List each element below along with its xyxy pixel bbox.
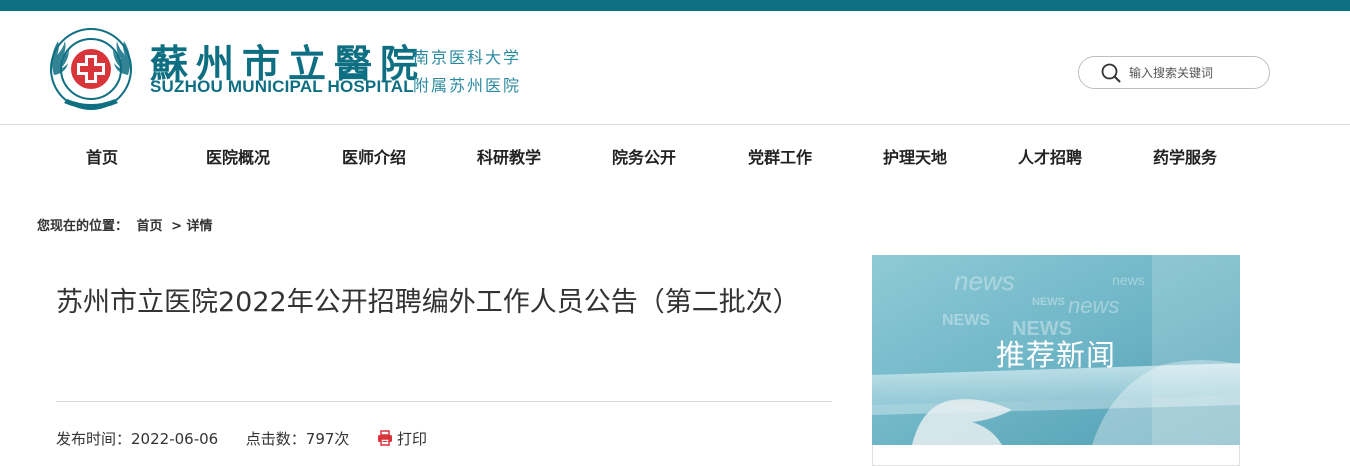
publish-date-label: 发布时间： xyxy=(56,430,132,448)
recommended-news-list xyxy=(872,445,1240,466)
site-header: 蘇州市立醫院 SUZHOU MUNICIPAL HOSPITAL 南京医科大学 … xyxy=(0,11,1350,125)
view-count: 797次 xyxy=(305,430,350,448)
university-affiliation: 南京医科大学 附属苏州医院 xyxy=(413,44,521,100)
nav-item-hospital-affairs[interactable]: 院务公开 xyxy=(576,144,712,168)
svg-text:NEWS: NEWS xyxy=(1032,296,1065,308)
view-count-label: 点击数： xyxy=(245,430,306,448)
affiliation-line-2: 附属苏州医院 xyxy=(413,76,522,95)
svg-text:news: news xyxy=(1068,293,1119,318)
search-icon[interactable] xyxy=(1101,63,1121,83)
article-title: 苏州市立医院2022年公开招聘编外工作人员公告（第二批次） xyxy=(56,287,800,318)
breadcrumb-current: > 详情 xyxy=(171,219,213,234)
svg-text:NEWS: NEWS xyxy=(942,312,990,329)
top-accent-bar xyxy=(0,0,1350,11)
main-navigation: 首页 医院概况 医师介绍 科研教学 院务公开 党群工作 护理天地 人才招聘 药学… xyxy=(34,125,1244,183)
article-meta: 发布时间：2022-06-06 点击数：797次 打印 xyxy=(56,428,427,449)
nav-item-pharmacy[interactable]: 药学服务 xyxy=(1117,144,1253,168)
nav-item-hospital-overview[interactable]: 医院概况 xyxy=(170,144,306,168)
recommended-news-title: 推荐新闻 xyxy=(995,338,1116,372)
breadcrumb: 您现在的位置： 首页 > 详情 xyxy=(37,215,217,234)
recommended-news-banner[interactable]: news news NEWS NEWS news NEWS 推荐新闻 xyxy=(872,255,1240,445)
nav-item-research-teaching[interactable]: 科研教学 xyxy=(441,144,577,168)
search-input[interactable] xyxy=(1129,63,1259,83)
nav-item-nursing[interactable]: 护理天地 xyxy=(847,144,983,168)
title-divider xyxy=(56,401,832,402)
hospital-emblem-logo[interactable] xyxy=(44,25,138,113)
publish-date: 2022-06-06 xyxy=(131,430,219,448)
print-label[interactable]: 打印 xyxy=(397,430,427,448)
breadcrumb-prefix: 您现在的位置： xyxy=(37,219,129,234)
nav-item-physicians[interactable]: 医师介绍 xyxy=(306,144,442,168)
svg-text:news: news xyxy=(1112,272,1145,288)
nav-item-party-work[interactable]: 党群工作 xyxy=(712,144,848,168)
svg-text:news: news xyxy=(954,266,1015,296)
nav-item-recruitment[interactable]: 人才招聘 xyxy=(982,144,1118,168)
breadcrumb-home-link[interactable]: 首页 xyxy=(137,219,163,234)
search-box[interactable] xyxy=(1078,56,1270,89)
affiliation-line-1: 南京医科大学 xyxy=(413,48,522,67)
printer-icon[interactable] xyxy=(377,430,393,446)
print-link[interactable]: 打印 xyxy=(377,430,427,448)
nav-item-home[interactable]: 首页 xyxy=(34,144,170,168)
hospital-name-english: SUZHOU MUNICIPAL HOSPITAL xyxy=(150,77,414,96)
